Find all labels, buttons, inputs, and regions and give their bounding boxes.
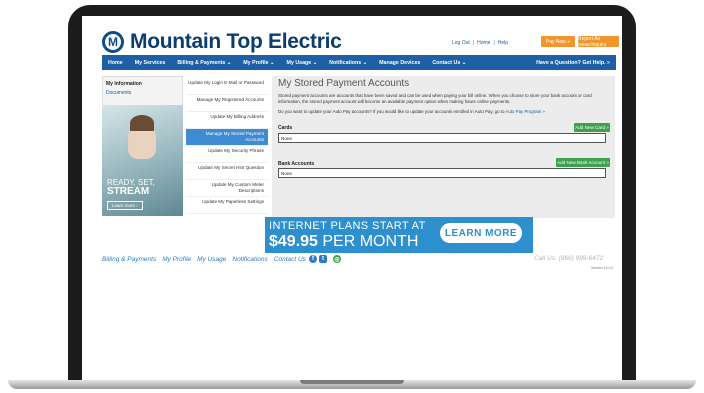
link-separator: | xyxy=(493,40,495,46)
logout-link[interactable]: Log Out xyxy=(452,40,470,46)
internet-plans-banner[interactable]: INTERNET PLANS START AT $49.95 PER MONTH… xyxy=(265,217,533,253)
submenu-update-login[interactable]: Update My Login E-Mail or Password xyxy=(186,78,268,95)
submenu-meter-descriptions[interactable]: Update My Custom Meter Descriptions xyxy=(186,180,268,197)
nav-my-services[interactable]: My Services xyxy=(129,60,172,66)
main-nav: Home My Services Billing & Payments ⌄ My… xyxy=(102,55,616,70)
promo-person-hair xyxy=(130,115,154,131)
submenu-paperless-settings[interactable]: Update My Paperless Settings xyxy=(186,197,268,214)
autopay-link[interactable]: Auto Pay Program » xyxy=(505,109,545,114)
stored-payment-accounts-panel: My Stored Payment Accounts Stored paymen… xyxy=(272,76,615,218)
browser-screen: M Mountain Top Electric Log Out | Home |… xyxy=(82,16,622,380)
mountain-logo-icon: M xyxy=(102,31,124,53)
stream-promo-ad[interactable]: READY, SET, STREAM Learn more › xyxy=(102,105,183,216)
submenu-registered-accounts[interactable]: Manage My Registered Accounts xyxy=(186,95,268,112)
cards-label: Cards xyxy=(278,125,293,131)
promo-learn-more-button[interactable]: Learn more › xyxy=(107,201,143,210)
bank-accounts-value: None xyxy=(278,168,606,178)
bank-accounts-label: Bank Accounts xyxy=(278,161,315,167)
nav-billing-payments[interactable]: Billing & Payments ⌄ xyxy=(171,60,237,66)
banner-price-line: $49.95 PER MONTH xyxy=(269,233,418,251)
footer-billing-payments[interactable]: Billing & Payments xyxy=(102,256,156,263)
banner-price: $49.95 xyxy=(269,233,318,250)
version-text: Version 14.0.0 xyxy=(591,266,614,270)
nav-my-profile[interactable]: My Profile ⌄ xyxy=(237,60,280,66)
footer-my-profile[interactable]: My Profile xyxy=(162,256,191,263)
link-separator: | xyxy=(472,40,475,46)
footer-my-usage[interactable]: My Usage xyxy=(197,256,226,263)
nav-home[interactable]: Home xyxy=(102,60,129,66)
footer-contact-us[interactable]: Contact Us xyxy=(274,256,306,263)
promo-line2: STREAM xyxy=(107,186,150,197)
add-new-card-button[interactable]: Add New Card » xyxy=(574,123,610,132)
facebook-icon[interactable]: f xyxy=(308,255,317,263)
banner-per-month: PER MONTH xyxy=(317,233,419,250)
nav-notifications[interactable]: Notifications ⌄ xyxy=(323,60,373,66)
nav-get-help[interactable]: Have a Question? Get Help. » xyxy=(530,60,616,66)
autopay-note: Do you want to update your Auto Pay acco… xyxy=(278,109,608,114)
nav-my-usage[interactable]: My Usage ⌄ xyxy=(280,60,323,66)
nav-contact-us[interactable]: Contact Us ⌄ xyxy=(426,60,472,66)
top-links: Log Out | Home | Help xyxy=(452,40,508,46)
page-description: Stored payment accounts are accounts tha… xyxy=(278,93,592,104)
submenu-secret-hint[interactable]: Update My Secret Hint Question xyxy=(186,163,268,180)
footer-links: Billing & Payments My Profile My Usage N… xyxy=(102,255,343,263)
promo-text: READY, SET, STREAM xyxy=(107,178,155,197)
page-title: My Stored Payment Accounts xyxy=(278,78,410,89)
home-link[interactable]: Home xyxy=(477,40,490,46)
my-information-title: My Information xyxy=(106,81,142,87)
pay-now-button[interactable]: Pay Now » xyxy=(541,36,575,47)
nav-manage-devices[interactable]: Manage Devices xyxy=(373,60,426,66)
documents-link[interactable]: Documents xyxy=(106,90,182,96)
banner-headline: INTERNET PLANS START AT xyxy=(269,220,426,232)
footer-notifications[interactable]: Notifications xyxy=(232,256,267,263)
laptop-notch xyxy=(300,380,404,384)
submenu-security-phrase[interactable]: Update My Security Phrase xyxy=(186,146,268,163)
brand-name: Mountain Top Electric xyxy=(130,30,342,53)
instagram-icon[interactable]: ◎ xyxy=(332,255,341,263)
cards-value: None xyxy=(278,133,606,143)
brand-logo[interactable]: M Mountain Top Electric xyxy=(102,30,342,54)
profile-submenu: Update My Login E-Mail or Password Manag… xyxy=(186,78,268,214)
submenu-billing-address[interactable]: Update My Billing Address xyxy=(186,112,268,129)
help-link[interactable]: Help xyxy=(498,40,508,46)
submenu-stored-payment-accounts[interactable]: Manage My Stored Payment Accounts xyxy=(186,129,268,146)
banner-learn-more-button[interactable]: LEARN MORE xyxy=(440,223,522,243)
report-issue-button[interactable]: Report An Issue/Inquiry xyxy=(578,36,619,48)
add-new-bank-account-button[interactable]: Add New Bank Account » xyxy=(556,158,610,167)
twitter-icon[interactable]: t xyxy=(318,255,327,263)
call-us-text: Call Us: (866) 999-6472 xyxy=(534,255,604,262)
autopay-text: Do you want to update your Auto Pay acco… xyxy=(278,109,505,114)
